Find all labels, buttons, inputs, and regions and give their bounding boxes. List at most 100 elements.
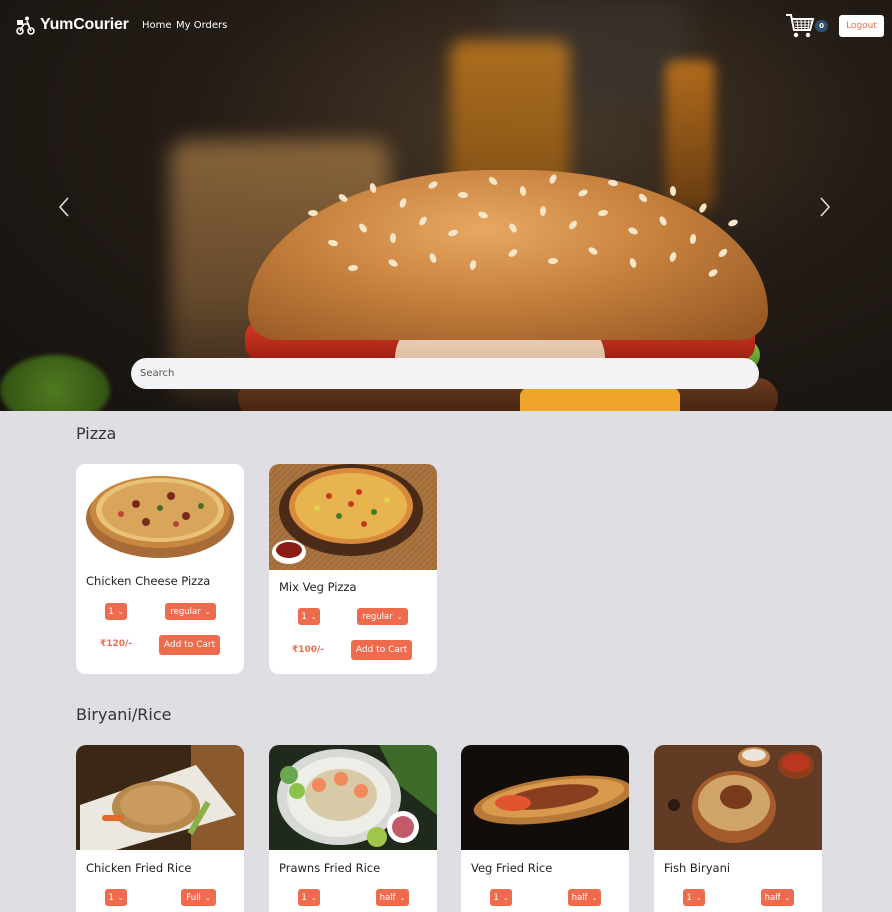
size-value: regular (362, 611, 393, 622)
quantity-select[interactable]: 1 ⌄ (298, 608, 320, 625)
nav-link-my-orders[interactable]: My Orders (176, 20, 227, 31)
add-to-cart-button[interactable]: Add to Cart (159, 635, 220, 655)
quantity-value: 1 (301, 892, 307, 903)
sesame-seed (607, 179, 619, 187)
food-name: Prawns Fried Rice (279, 861, 381, 875)
biryani-image (654, 745, 822, 850)
chevron-down-icon: ⌄ (204, 893, 211, 902)
size-select[interactable]: half ⌄ (568, 889, 601, 906)
food-image (76, 745, 244, 850)
fried-rice-image (76, 745, 244, 850)
chevron-down-icon: ⌄ (396, 612, 403, 621)
chevron-down-icon: ⌄ (591, 893, 598, 902)
sesame-seed (507, 247, 519, 259)
size-select[interactable]: regular ⌄ (165, 603, 216, 620)
chevron-down-icon: ⌄ (117, 607, 124, 616)
chevron-down-icon: ⌄ (310, 893, 317, 902)
price-label: ₹120/- (100, 639, 133, 649)
sesame-seed (457, 191, 469, 199)
size-select[interactable]: Full ⌄ (181, 889, 216, 906)
sesame-seed (357, 222, 369, 234)
size-value: Full (186, 892, 201, 903)
pizza-image (269, 464, 437, 570)
sesame-seed (428, 252, 438, 264)
sesame-seed (717, 247, 729, 259)
food-name: Chicken Cheese Pizza (86, 574, 211, 588)
chevron-down-icon: ⌄ (117, 893, 124, 902)
quantity-value: 1 (686, 892, 692, 903)
food-card: Fish Biryani 1 ⌄ half ⌄ (654, 745, 822, 912)
food-card: Chicken Fried Rice 1 ⌄ Full ⌄ (76, 745, 244, 912)
quantity-select[interactable]: 1 ⌄ (683, 889, 705, 906)
sesame-seed (707, 267, 719, 279)
sesame-seed (597, 209, 609, 217)
price-label: ₹100/- (292, 645, 325, 655)
brand-logo[interactable]: YumCourier (16, 15, 129, 35)
quantity-select[interactable]: 1 ⌄ (105, 603, 127, 620)
sesame-seed (519, 185, 527, 197)
sesame-seed (668, 251, 678, 263)
chevron-down-icon: ⌄ (399, 893, 406, 902)
sesame-seed (308, 210, 318, 216)
size-value: regular (170, 606, 201, 617)
cart-count-badge: 0 (815, 20, 828, 32)
quantity-select[interactable]: 1 ⌄ (105, 889, 127, 906)
food-card: Veg Fried Rice 1 ⌄ half ⌄ (461, 745, 629, 912)
quantity-value: 1 (493, 892, 499, 903)
sesame-seed (637, 192, 649, 204)
carousel-prev-button[interactable] (54, 196, 74, 218)
fried-rice-image (269, 745, 437, 850)
sesame-seed (389, 232, 397, 244)
chevron-down-icon: ⌄ (502, 893, 509, 902)
sesame-seed (539, 205, 547, 217)
sesame-seed (689, 233, 697, 245)
quantity-select[interactable]: 1 ⌄ (490, 889, 512, 906)
sesame-seed (658, 215, 668, 227)
quantity-value: 1 (108, 892, 114, 903)
cart-icon[interactable] (785, 13, 815, 39)
food-image (76, 464, 244, 564)
section-title-biryani-rice: Biryani/Rice (76, 705, 172, 724)
sesame-seed (577, 188, 589, 198)
sesame-seed (628, 257, 638, 269)
food-card: Mix Veg Pizza 1 ⌄ regular ⌄ ₹100/- Add to … (269, 464, 437, 674)
add-to-cart-button[interactable]: Add to Cart (351, 640, 412, 660)
navbar: YumCourier Home My Orders 0 Logout (0, 0, 892, 52)
sesame-seed (347, 264, 359, 272)
sesame-seed (507, 222, 519, 234)
sesame-seed (567, 219, 579, 231)
logout-button[interactable]: Logout (839, 15, 884, 37)
chevron-down-icon: ⌄ (204, 607, 211, 616)
sesame-seed (548, 173, 558, 185)
delivery-scooter-icon (16, 16, 35, 35)
sesame-seed (447, 228, 459, 238)
food-name: Fish Biryani (664, 861, 731, 875)
chevron-down-icon: ⌄ (310, 612, 317, 621)
sesame-seed (398, 197, 408, 209)
quantity-value: 1 (108, 606, 114, 617)
hero-carousel (0, 0, 892, 411)
food-name: Chicken Fried Rice (86, 861, 192, 875)
chevron-down-icon: ⌄ (784, 893, 791, 902)
fried-rice-image (461, 745, 629, 850)
size-value: half (379, 892, 396, 903)
sesame-seed (327, 238, 339, 248)
nav-link-home[interactable]: Home (142, 20, 172, 31)
carousel-next-button[interactable] (815, 196, 835, 218)
quantity-select[interactable]: 1 ⌄ (298, 889, 320, 906)
chevron-left-icon (58, 197, 69, 217)
search-input[interactable] (131, 358, 759, 389)
sesame-seed (387, 257, 399, 269)
size-select[interactable]: regular ⌄ (357, 608, 408, 625)
pizza-image (76, 464, 244, 564)
sesame-seed (547, 257, 559, 265)
food-image (269, 464, 437, 570)
food-image (461, 745, 629, 850)
burger-cheese (520, 388, 680, 411)
size-select[interactable]: half ⌄ (376, 889, 409, 906)
size-value: half (764, 892, 781, 903)
sesame-seed (627, 226, 639, 236)
food-name: Veg Fried Rice (471, 861, 553, 875)
chevron-down-icon: ⌄ (695, 893, 702, 902)
size-select[interactable]: half ⌄ (761, 889, 794, 906)
